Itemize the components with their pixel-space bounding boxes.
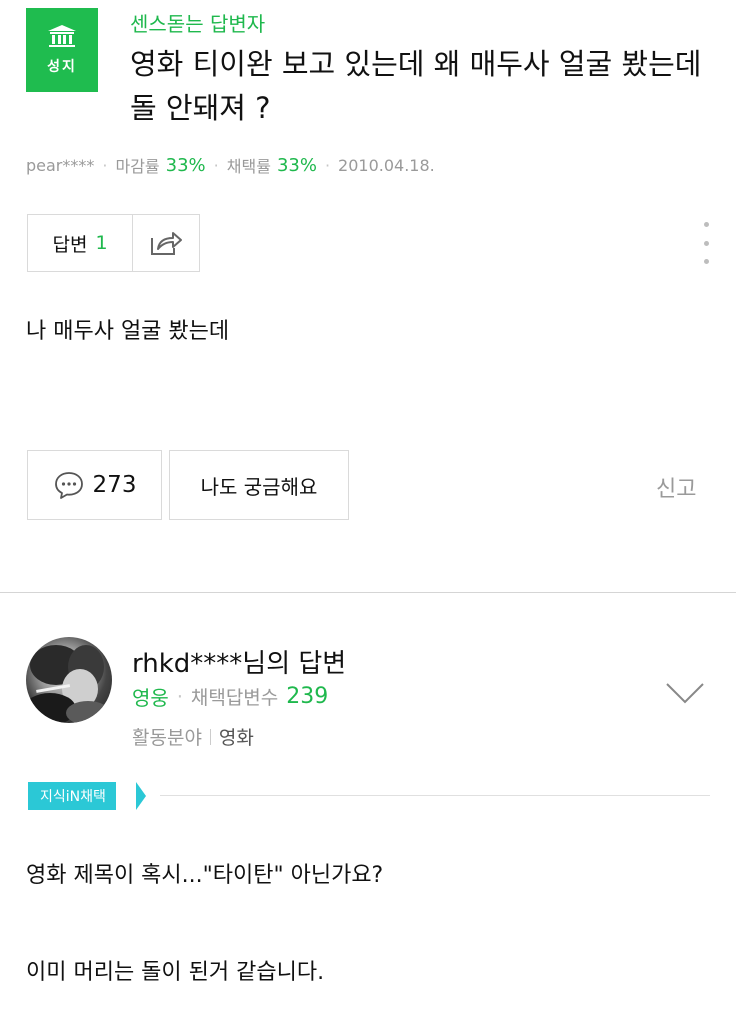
curious-button[interactable]: 나도 궁금해요	[169, 450, 349, 520]
answerer-name[interactable]: rhkd****님의 답변	[132, 643, 346, 680]
separator-dot: ·	[213, 155, 219, 175]
report-link[interactable]: 신고	[656, 471, 696, 503]
activity-field: 활동분야 영화	[132, 723, 254, 750]
adopt-rate-value: 33%	[276, 154, 317, 176]
expand-button[interactable]	[664, 680, 706, 710]
answers-count-button[interactable]: 답변 1	[28, 215, 133, 271]
speech-bubble-icon	[54, 472, 83, 499]
tag-divider	[160, 795, 710, 796]
more-options-button[interactable]	[700, 222, 712, 264]
answer-share-box: 답변 1	[27, 214, 200, 272]
separator-dot: ·	[176, 685, 183, 708]
question-meta: pear**** · 마감률 33% · 채택률 33% · 2010.04.1…	[26, 153, 435, 177]
field-label: 활동분야	[132, 727, 202, 749]
avatar[interactable]	[26, 637, 112, 723]
question-date: 2010.04.18.	[338, 155, 435, 175]
author-id[interactable]: pear****	[26, 156, 94, 175]
adopt-rate-label: 채택률	[226, 157, 271, 176]
comment-count: 273	[92, 472, 137, 498]
adopted-count: 239	[286, 684, 329, 709]
category-label[interactable]: 센스돋는 답변자	[130, 8, 265, 37]
field-separator	[209, 728, 211, 745]
close-rate-label: 마감률	[115, 157, 160, 176]
share-button[interactable]	[133, 215, 199, 271]
more-vertical-icon	[703, 222, 709, 227]
answer-text-line: 영화 제목이 혹시..."타이탄" 아닌가요?	[26, 863, 384, 888]
separator-dot: ·	[324, 155, 331, 175]
comment-button[interactable]: 273	[27, 450, 162, 520]
adopted-label: 채택답변수	[190, 687, 279, 709]
answers-count: 1	[95, 232, 108, 254]
avatar-photo	[26, 645, 110, 723]
share-icon	[151, 232, 182, 255]
adopted-tag-tail	[136, 782, 146, 810]
chevron-down-icon	[666, 683, 704, 704]
answer-text-line: 이미 머리는 돌이 된거 같습니다.	[26, 960, 325, 985]
section-divider	[0, 592, 736, 593]
adopted-tag: 지식iN채택	[28, 782, 116, 810]
category-badge: 성지	[26, 8, 98, 92]
separator-dot: ·	[102, 155, 108, 175]
question-body: 나 매두사 얼굴 봤는데	[26, 319, 230, 344]
question-title: 영화 티이완 보고 있는데 왜 매두사 얼굴 봤는데 돌 안돼져 ?	[130, 47, 702, 125]
answerer-rank: 영웅	[132, 686, 169, 710]
pillar-building-icon	[48, 25, 76, 47]
field-value[interactable]: 영화	[219, 723, 254, 750]
close-rate-value: 33%	[165, 154, 206, 176]
answerer-meta: 영웅 · 채택답변수 239	[132, 682, 328, 711]
answers-label: 답변	[52, 233, 88, 256]
badge-label: 성지	[47, 59, 77, 75]
